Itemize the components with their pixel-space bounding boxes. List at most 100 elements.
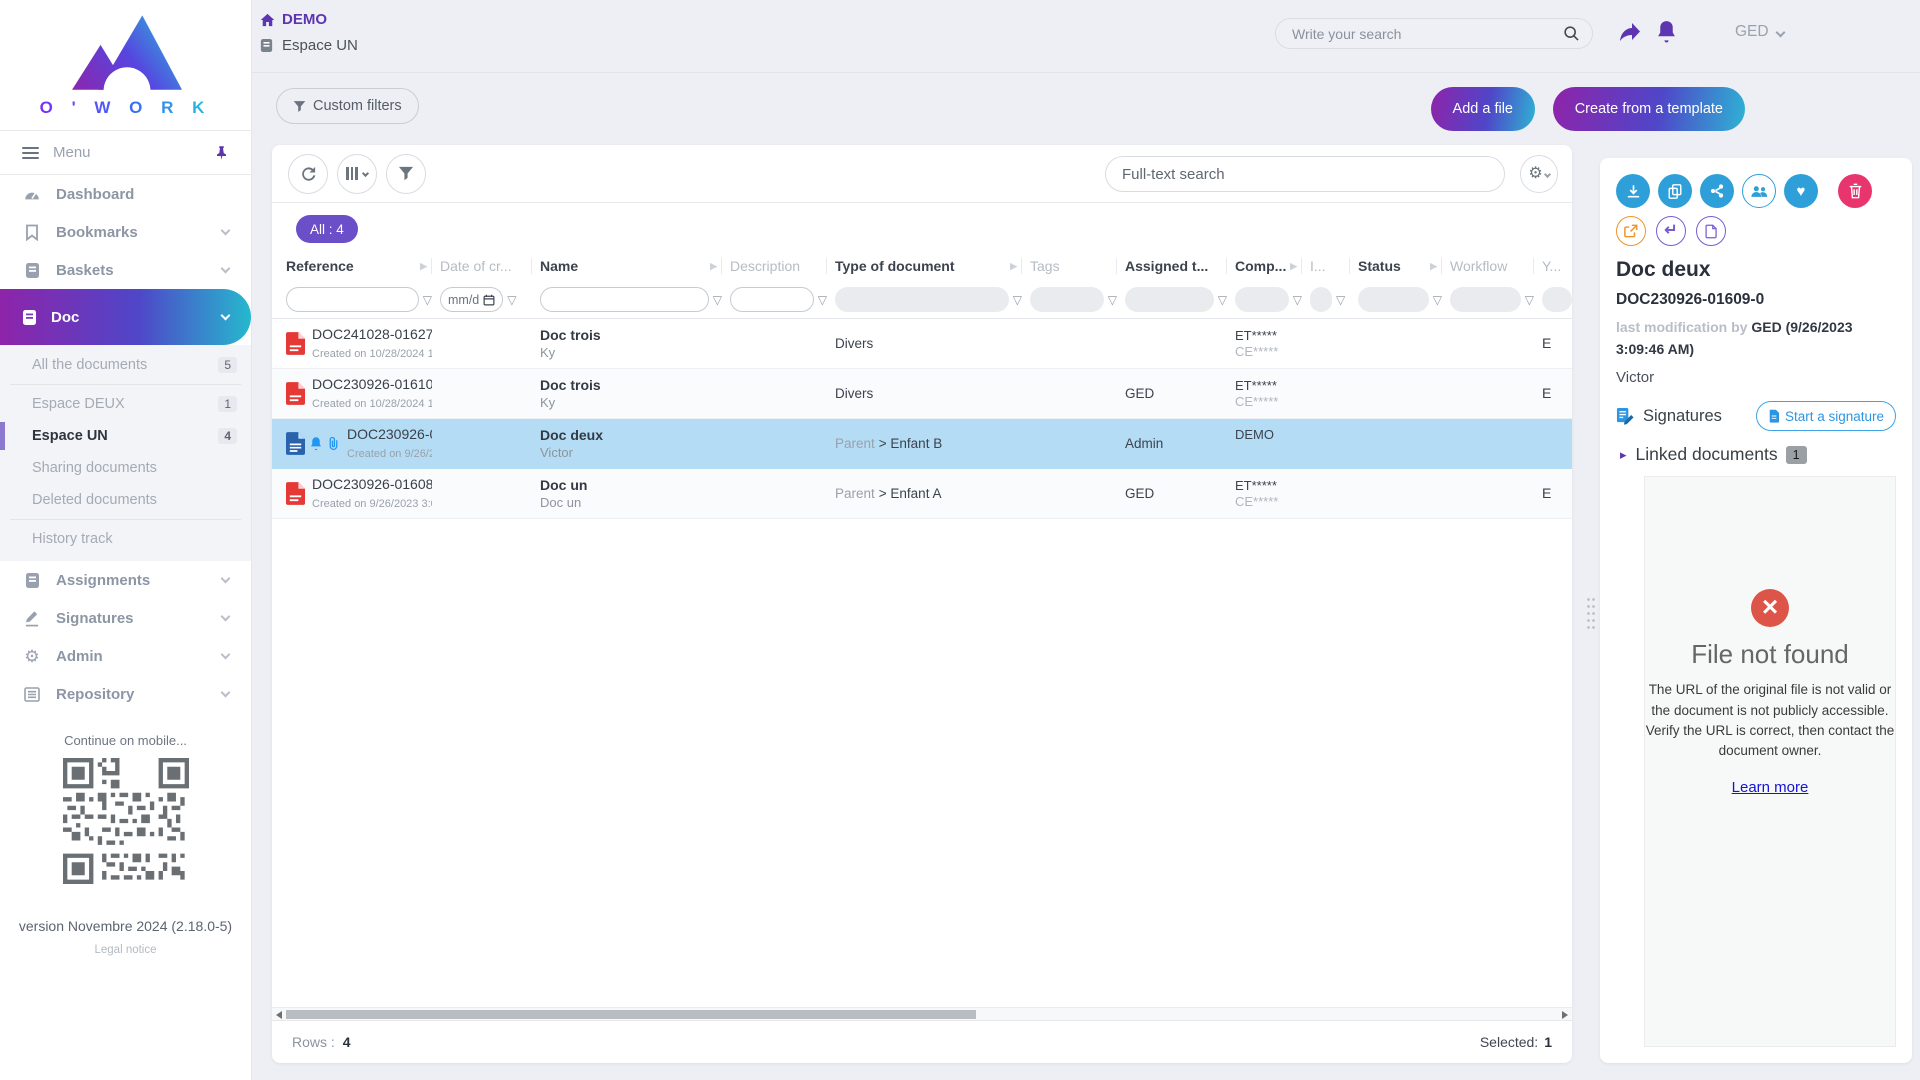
open-external-button[interactable] [1616, 216, 1646, 246]
sidebar-item-admin[interactable]: ⚙ Admin [0, 637, 251, 675]
fulltext-search [1105, 156, 1505, 192]
table-row[interactable]: DOC230926-01608-0Created on 9/26/2023 3:… [272, 469, 1572, 519]
create-template-button[interactable]: Create from a template [1553, 87, 1745, 131]
hamburger-icon[interactable] [22, 147, 39, 159]
filter-select-assigned[interactable] [1125, 287, 1214, 312]
custom-filters-button[interactable]: Custom filters [276, 88, 419, 124]
filter-select-company[interactable] [1235, 287, 1289, 312]
column-header-y[interactable]: Y... [1534, 258, 1572, 274]
funnel-icon[interactable]: ▽ [1525, 293, 1534, 307]
horizontal-scrollbar[interactable] [272, 1007, 1572, 1020]
breadcrumb-home[interactable]: DEMO [260, 11, 327, 28]
funnel-icon[interactable]: ▽ [1108, 293, 1117, 307]
column-header-tags[interactable]: Tags [1022, 258, 1117, 274]
pdf-file-icon [286, 382, 305, 405]
app-logo[interactable]: O ' W O R K [0, 0, 251, 118]
filter-input-reference[interactable] [286, 287, 419, 312]
pdf-file-icon [286, 332, 305, 355]
column-header-name[interactable]: Name▶ [532, 258, 722, 274]
submenu-item-sharing-documents[interactable]: Sharing documents [0, 452, 251, 484]
signature-pen-icon [22, 610, 42, 627]
table-row[interactable]: DOC241028-01627-0Created on 10/28/2024 1… [272, 319, 1572, 369]
submenu-item-deleted-documents[interactable]: Deleted documents [0, 484, 251, 516]
add-file-button[interactable]: Add a file [1431, 87, 1535, 131]
all-filter-badge[interactable]: All : 4 [296, 215, 358, 243]
funnel-icon[interactable]: ▽ [1336, 293, 1345, 307]
funnel-icon[interactable]: ▽ [507, 293, 516, 307]
column-header-type[interactable]: Type of document▶ [827, 258, 1022, 274]
document-created: Created on 9/26/2023 3:08:43 AM [312, 498, 432, 510]
sidebar-item-dashboard[interactable]: Dashboard [0, 175, 251, 213]
logo-mountain-icon [70, 10, 182, 92]
refresh-button[interactable] [288, 154, 328, 194]
column-header-date[interactable]: Date of cr... [432, 258, 532, 274]
sidebar-item-signatures[interactable]: Signatures [0, 599, 251, 637]
submenu-item-espace-deux[interactable]: Espace DEUX 1 [0, 388, 251, 420]
column-header-description[interactable]: Description [722, 258, 827, 274]
funnel-icon[interactable]: ▽ [1013, 293, 1022, 307]
sidebar-item-baskets[interactable]: Baskets [0, 251, 251, 289]
funnel-icon[interactable]: ▽ [818, 293, 827, 307]
column-header-company[interactable]: Comp...▶ [1227, 258, 1302, 274]
bell-icon [309, 436, 323, 451]
filter-select-workflow[interactable] [1450, 287, 1521, 312]
filter-select-status[interactable] [1358, 287, 1429, 312]
copy-button[interactable] [1658, 174, 1692, 208]
column-header-workflow[interactable]: Workflow [1442, 258, 1534, 274]
submenu-item-espace-un[interactable]: Espace UN 4 [0, 420, 251, 452]
funnel-icon[interactable]: ▽ [1433, 293, 1442, 307]
sidebar-item-bookmarks[interactable]: Bookmarks [0, 213, 251, 251]
file-not-found-message: The URL of the original file is not vali… [1641, 680, 1899, 761]
filter-select-y[interactable] [1542, 287, 1572, 312]
column-header-assigned[interactable]: Assigned t... [1117, 258, 1227, 274]
filter-select-type[interactable] [835, 287, 1009, 312]
search-icon[interactable] [1563, 25, 1580, 42]
column-header-status[interactable]: Status▶ [1350, 258, 1442, 274]
sidebar-item-doc[interactable]: Doc [0, 289, 251, 345]
legal-notice-link[interactable]: Legal notice [0, 944, 251, 956]
start-signature-button[interactable]: Start a signature [1756, 401, 1896, 431]
filter-input-date[interactable]: mm/d [440, 287, 503, 312]
sidebar-item-repository[interactable]: Repository [0, 675, 251, 713]
submenu-item-all-documents[interactable]: All the documents 5 [0, 349, 251, 381]
panel-resize-handle[interactable] [1586, 596, 1596, 632]
share-button[interactable] [1700, 174, 1734, 208]
table-row[interactable]: DOC230926-01610-3Created on 10/28/2024 1… [272, 369, 1572, 419]
share-forward-icon[interactable] [1617, 20, 1643, 44]
pin-icon[interactable] [214, 145, 229, 161]
funnel-icon[interactable]: ▽ [1218, 293, 1227, 307]
chevron-down-icon [221, 226, 231, 236]
sidebar-item-assignments[interactable]: Assignments [0, 561, 251, 599]
return-button[interactable]: ↵ [1656, 216, 1686, 246]
submenu-item-history-track[interactable]: History track [0, 523, 251, 555]
scroll-right-arrow[interactable] [1562, 1011, 1568, 1019]
document-properties-button[interactable] [1696, 216, 1726, 246]
filter-select-tags[interactable] [1030, 287, 1104, 312]
column-header-i[interactable]: I... [1302, 258, 1350, 274]
delete-button[interactable] [1838, 174, 1872, 208]
linked-documents-toggle[interactable]: ▸ Linked documents 1 [1616, 444, 1896, 465]
table-row-selected[interactable]: DOC230926-01609-0Created on 9/26/2023 3:… [272, 419, 1572, 469]
filter-button[interactable] [386, 154, 426, 194]
column-header-reference[interactable]: Reference▶ [272, 258, 432, 274]
table-settings-button[interactable]: ⚙ [1520, 155, 1558, 193]
filter-input-description[interactable] [730, 287, 814, 312]
learn-more-link[interactable]: Learn more [1732, 779, 1809, 796]
favorite-button[interactable]: ♥ [1784, 174, 1818, 208]
count-badge: 4 [218, 428, 237, 444]
funnel-icon[interactable]: ▽ [1293, 293, 1302, 307]
doc-submenu: All the documents 5 Espace DEUX 1 Espace… [0, 345, 251, 561]
download-button[interactable] [1616, 174, 1650, 208]
funnel-icon[interactable]: ▽ [423, 293, 432, 307]
user-menu[interactable]: GED [1735, 23, 1784, 41]
filter-input-name[interactable] [540, 287, 709, 312]
filter-select-i[interactable] [1310, 287, 1332, 312]
columns-button[interactable] [337, 154, 377, 194]
scrollbar-thumb[interactable] [286, 1010, 976, 1019]
fulltext-search-input[interactable] [1122, 166, 1488, 183]
scroll-left-arrow[interactable] [276, 1011, 282, 1019]
users-button[interactable] [1742, 174, 1776, 208]
global-search-input[interactable] [1292, 26, 1563, 42]
bell-icon[interactable] [1655, 19, 1678, 44]
funnel-icon[interactable]: ▽ [713, 293, 722, 307]
